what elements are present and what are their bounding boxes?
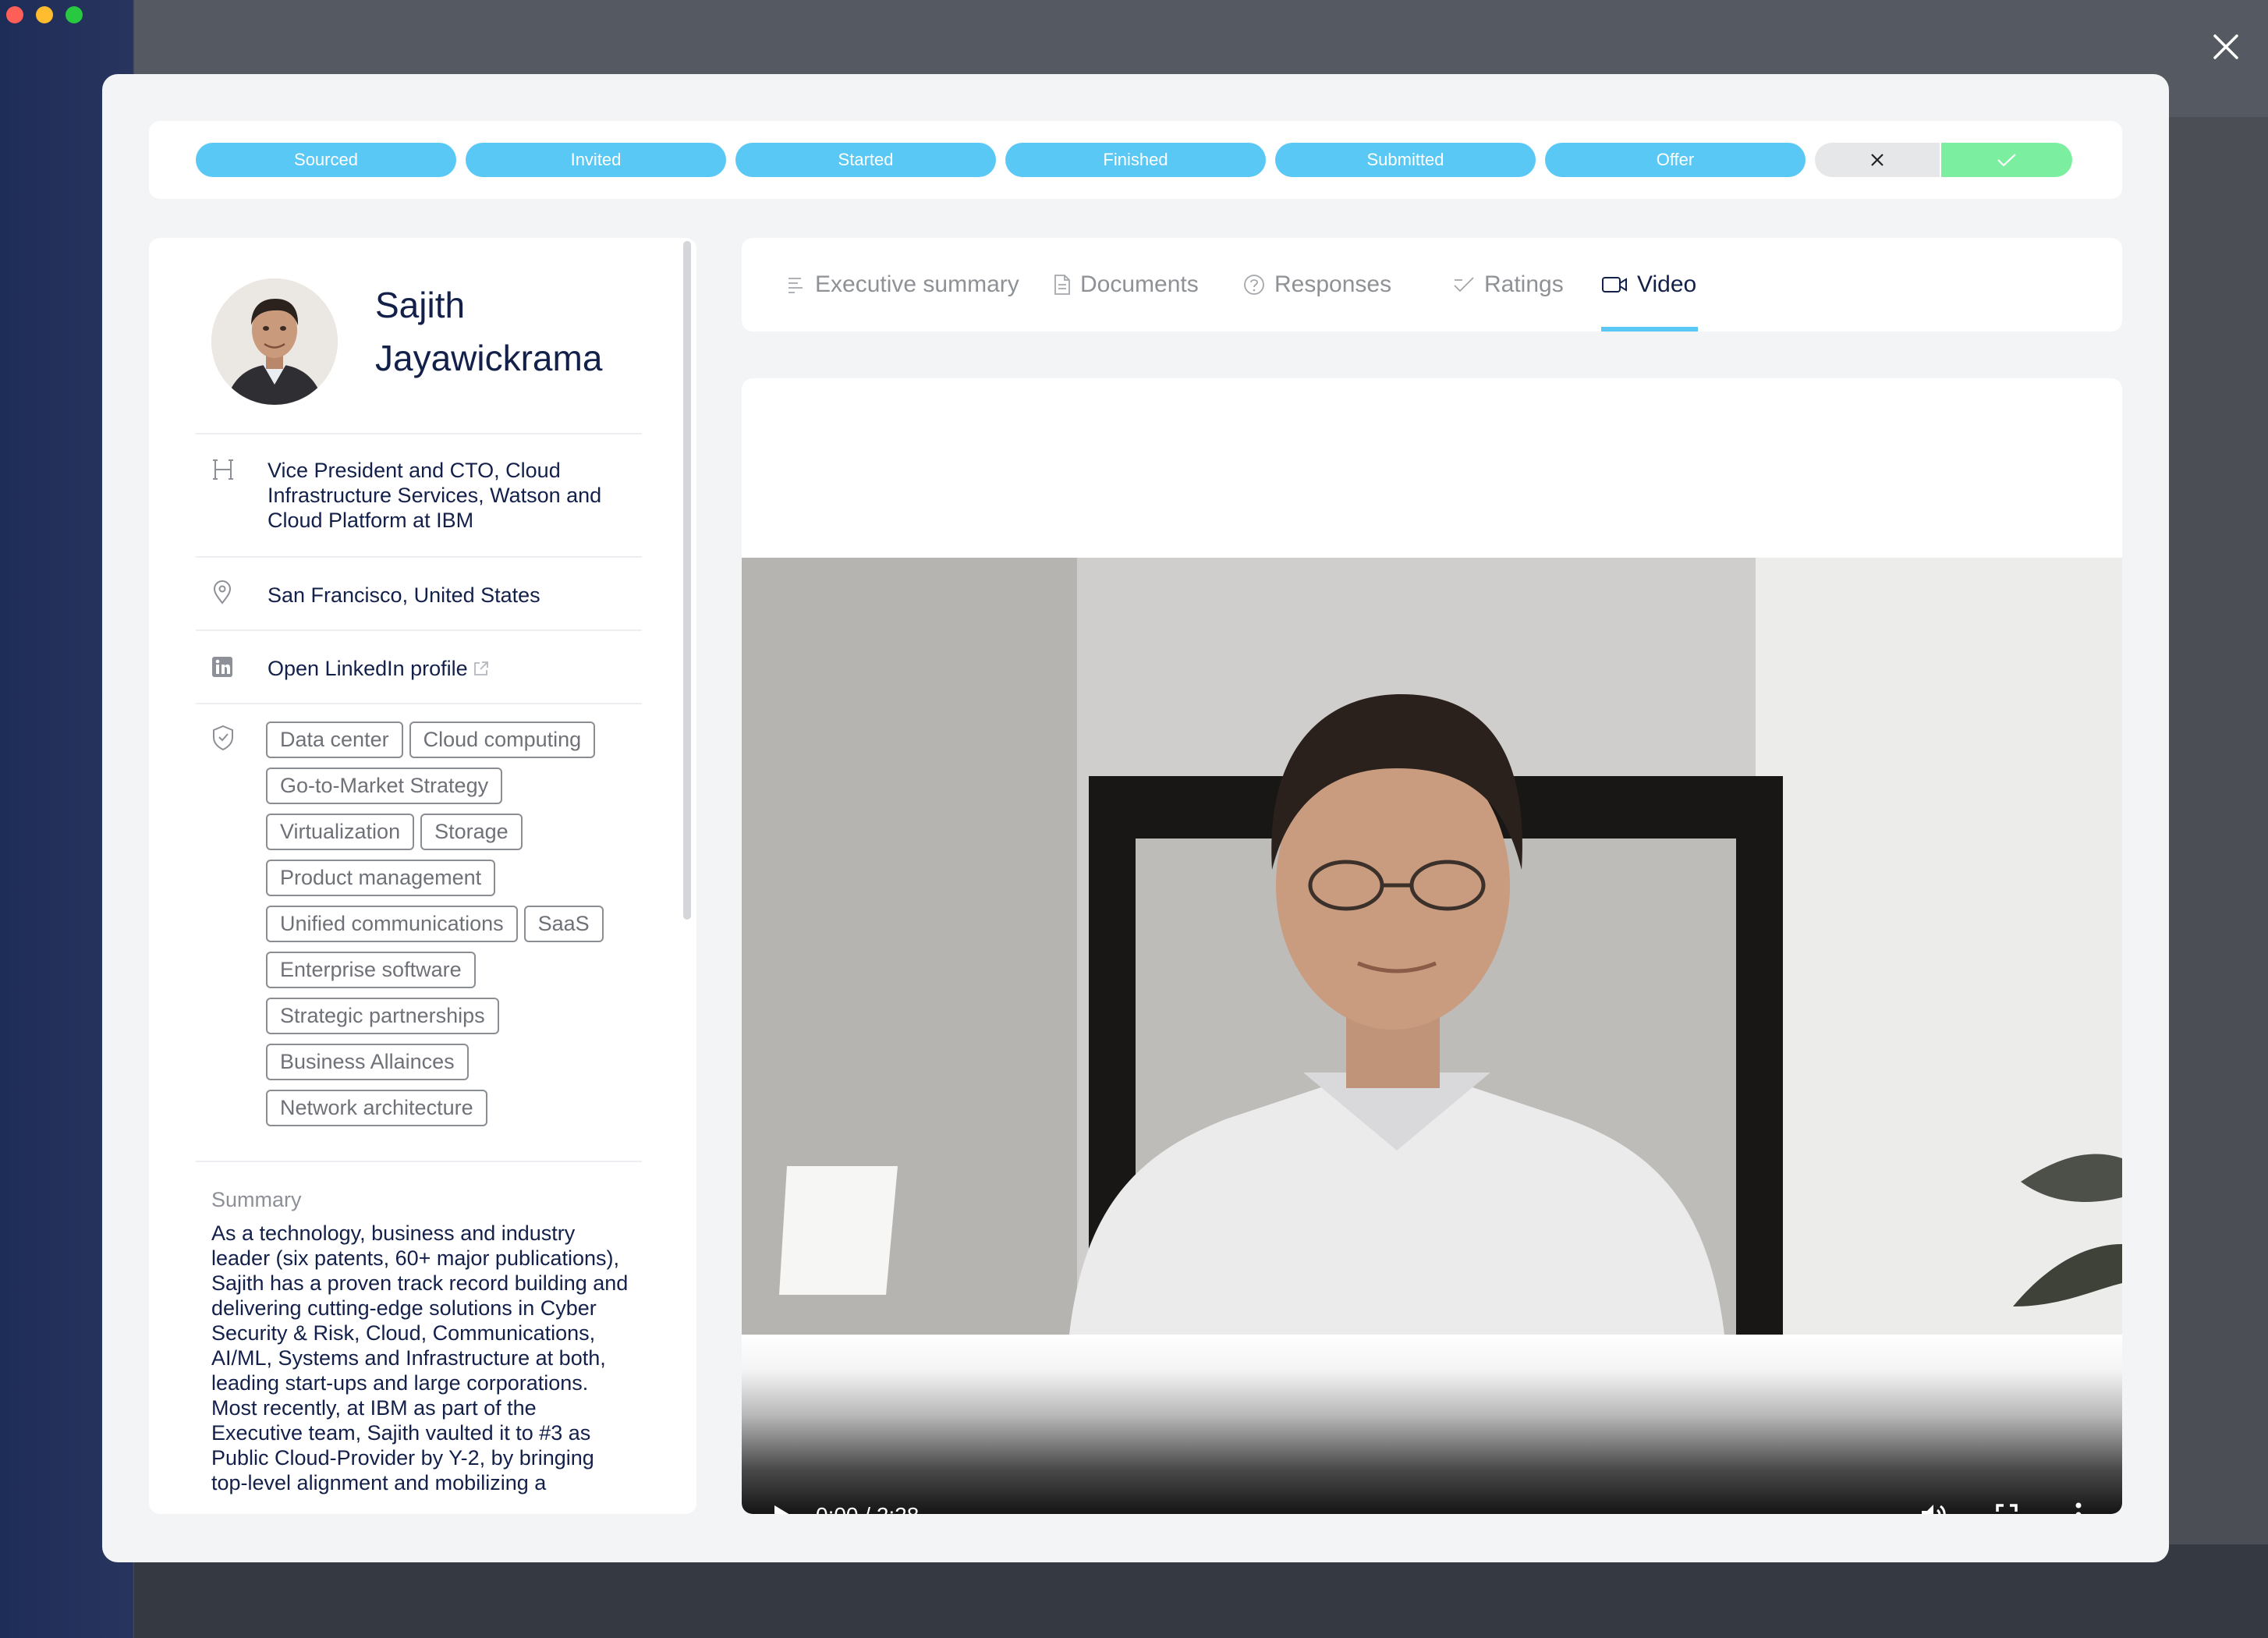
more-options-icon[interactable] — [2074, 1502, 2083, 1514]
candidate-profile-panel: Sajith Jayawickrama Vice President and C… — [149, 238, 696, 1514]
profile-scrollbar[interactable] — [683, 241, 691, 920]
tag-row: Unified communications SaaS — [266, 906, 640, 942]
summary-text: As a technology, business and industry l… — [211, 1221, 629, 1494]
tab-responses[interactable]: Responses — [1243, 269, 1391, 300]
window-controls — [6, 6, 83, 23]
document-icon — [1054, 275, 1070, 295]
headline-icon — [211, 458, 235, 485]
stage-offer[interactable]: Offer — [1545, 143, 1806, 177]
pipeline-status-bar: Sourced Invited Started Finished Submitt… — [149, 121, 2122, 199]
window-minimize-dot[interactable] — [36, 6, 53, 23]
skill-tag[interactable]: Business Allainces — [266, 1044, 469, 1080]
candidate-avatar — [211, 278, 338, 405]
tab-video[interactable]: Video — [1601, 269, 1696, 300]
window-maximize-dot[interactable] — [66, 6, 83, 23]
skill-tag[interactable]: Product management — [266, 860, 496, 896]
video-camera-icon — [1602, 277, 1627, 292]
divider — [196, 703, 642, 704]
skill-tag[interactable]: Unified communications — [266, 906, 518, 942]
close-modal-icon[interactable] — [2209, 30, 2243, 64]
skill-tag[interactable]: Strategic partnerships — [266, 998, 499, 1034]
video-time: 0:00 / 2:28 — [816, 1503, 919, 1514]
profile-tabs: Executive summary Documents Responses Ra… — [742, 238, 2122, 332]
linkedin-link[interactable]: Open LinkedIn profile — [268, 656, 490, 681]
tag-row: Enterprise software — [266, 952, 640, 988]
skill-tag[interactable]: Go-to-Market Strategy — [266, 768, 503, 804]
candidate-modal: Sourced Invited Started Finished Submitt… — [102, 74, 2169, 1562]
x-icon — [1871, 154, 1884, 166]
skill-tag[interactable]: Data center — [266, 722, 403, 758]
stage-finished[interactable]: Finished — [1005, 143, 1266, 177]
location-pin-icon — [211, 580, 233, 608]
tab-documents[interactable]: Documents — [1054, 269, 1199, 300]
candidate-name: Sajith Jayawickrama — [375, 285, 603, 378]
window-close-dot[interactable] — [6, 6, 23, 23]
active-tab-indicator — [1601, 327, 1698, 332]
stage-sourced[interactable]: Sourced — [196, 143, 456, 177]
skill-tag[interactable]: Cloud computing — [409, 722, 596, 758]
tag-row: Go-to-Market Strategy — [266, 768, 640, 804]
skills-tag-list: Data center Cloud computing Go-to-Market… — [266, 722, 640, 1136]
question-circle-icon — [1244, 275, 1264, 295]
skill-tag[interactable]: Network architecture — [266, 1090, 487, 1126]
video-frame[interactable] — [742, 558, 2122, 1335]
play-icon[interactable] — [771, 1503, 793, 1514]
fullscreen-icon[interactable] — [1996, 1504, 2018, 1514]
candidate-headline: Vice President and CTO, Cloud Infrastruc… — [268, 459, 602, 532]
skill-tag[interactable]: SaaS — [523, 906, 604, 942]
stage-invited[interactable]: Invited — [466, 143, 726, 177]
volume-icon[interactable] — [1919, 1502, 1947, 1514]
linkedin-icon — [211, 656, 233, 682]
check-icon — [1454, 277, 1474, 292]
external-link-icon — [473, 661, 488, 675]
tag-row: Strategic partnerships — [266, 998, 640, 1034]
tag-row: Data center Cloud computing — [266, 722, 640, 758]
divider — [196, 433, 642, 434]
tag-row: Product management — [266, 860, 640, 896]
video-player[interactable]: 0:00 / 2:28 — [742, 378, 2122, 1514]
reject-button[interactable] — [1815, 143, 1940, 177]
skills-shield-icon — [211, 725, 235, 755]
candidate-location: San Francisco, United States — [268, 583, 540, 607]
divider — [196, 629, 642, 631]
tag-row: Business Allainces — [266, 1044, 640, 1080]
tag-row: Network architecture — [266, 1090, 640, 1126]
accept-button[interactable] — [1941, 143, 2072, 177]
checkmark-icon — [1997, 154, 2016, 167]
tab-executive-summary[interactable]: Executive summary — [787, 269, 1019, 300]
divider — [196, 556, 642, 558]
tag-row: Virtualization Storage — [266, 814, 640, 850]
video-controls — [742, 1335, 2122, 1514]
summary-label: Summary — [211, 1188, 302, 1211]
stage-submitted[interactable]: Submitted — [1275, 143, 1536, 177]
lines-icon — [788, 278, 803, 293]
skill-tag[interactable]: Enterprise software — [266, 952, 476, 988]
skill-tag[interactable]: Virtualization — [266, 814, 415, 850]
divider — [196, 1161, 642, 1162]
skill-tag[interactable]: Storage — [420, 814, 523, 850]
tab-ratings[interactable]: Ratings — [1453, 269, 1564, 300]
stage-started[interactable]: Started — [735, 143, 996, 177]
